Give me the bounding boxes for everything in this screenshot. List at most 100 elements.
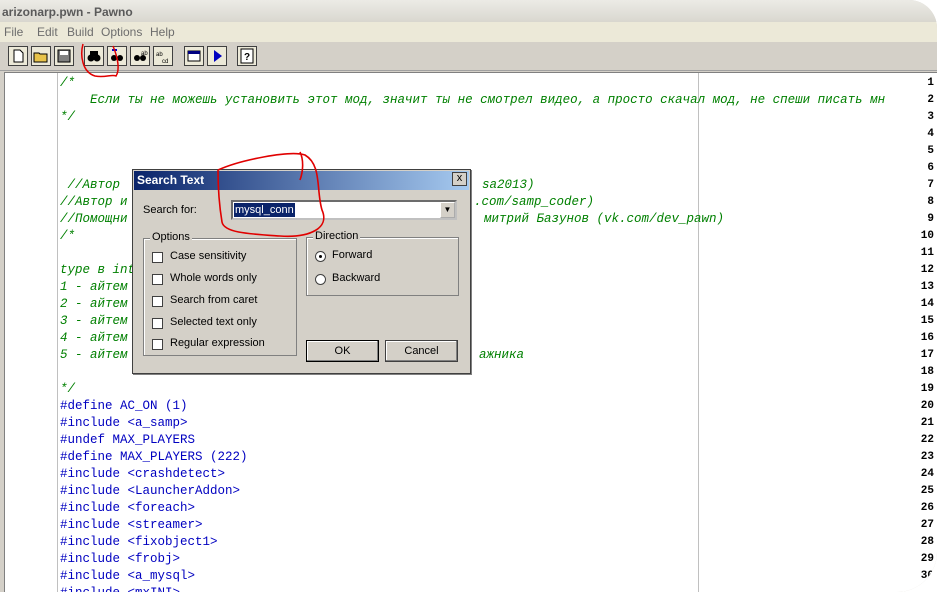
forward-radio[interactable]: [315, 251, 326, 262]
search-value: mysql_conn: [234, 203, 295, 217]
code-line: 3 - айтем: [60, 314, 128, 328]
line-number: 12: [920, 264, 934, 276]
code-line: #include <LauncherAddon>: [60, 484, 241, 498]
code-line: */: [60, 382, 76, 396]
line-number: 21: [920, 417, 934, 429]
find-next-icon[interactable]: [107, 46, 127, 66]
code-line: 4 - айтем: [60, 331, 128, 345]
code-line: //Автор: [60, 178, 128, 192]
code-line: 5 - айтем: [60, 348, 128, 362]
selected-text-only-label: Selected text only: [170, 316, 257, 328]
run-icon[interactable]: [207, 46, 227, 66]
search-dialog: Search Text x Search for: mysql_conn ▼ O…: [132, 169, 471, 374]
line-number: 22: [920, 434, 934, 446]
code-line: /*: [60, 76, 76, 90]
line-number: 26: [920, 502, 934, 514]
code-line: */: [60, 110, 76, 124]
code-line: #include <a_samp>: [60, 416, 188, 430]
code-line: #include <crashdetect>: [60, 467, 226, 481]
line-number: 2: [927, 94, 934, 106]
line-number: 25: [920, 485, 934, 497]
selected-text-only-checkbox[interactable]: [152, 318, 163, 329]
search-label: Search for:: [143, 204, 197, 216]
menu-build[interactable]: Build: [67, 25, 94, 39]
line-number: 15: [920, 315, 934, 327]
help-icon[interactable]: ?: [237, 46, 257, 66]
code-line: #include <a_mysql>: [60, 569, 196, 583]
code-line: //Помощни: [60, 212, 128, 226]
code-line: type в int: [60, 263, 136, 277]
line-number: 1: [927, 77, 934, 89]
regular-expression-label: Regular expression: [170, 337, 265, 349]
code-line: /*: [60, 229, 76, 243]
line-number: 13: [920, 281, 934, 293]
ok-button[interactable]: OK: [306, 340, 379, 362]
backward-label: Backward: [332, 272, 381, 284]
line-number: 16: [920, 332, 934, 344]
menu-bar: File Edit Build Options Help: [0, 22, 937, 42]
replace-icon[interactable]: ab: [130, 46, 150, 66]
line-number-gutter: [5, 73, 58, 592]
line-number: 9: [927, 213, 934, 225]
whole-words-label: Whole words only: [170, 272, 257, 284]
line-number: 20: [920, 400, 934, 412]
svg-text:?: ?: [244, 52, 250, 63]
code-line: #define AC_ON (1): [60, 399, 188, 413]
code-line: #undef MAX_PLAYERS: [60, 433, 196, 447]
svg-text:cd: cd: [162, 59, 168, 64]
line-number: 28: [920, 536, 934, 548]
code-line: //Автор и: [60, 195, 128, 209]
line-number: 10: [920, 230, 934, 242]
chevron-down-icon[interactable]: ▼: [440, 202, 455, 218]
close-icon[interactable]: x: [452, 172, 467, 186]
forward-label: Forward: [332, 249, 373, 261]
line-number: 24: [920, 468, 934, 480]
direction-title: Direction: [313, 230, 361, 242]
line-number: 4: [927, 128, 934, 140]
options-title: Options: [150, 231, 192, 243]
title-bar: arizonarp.pwn - Pawno: [0, 0, 937, 22]
right-margin-line: [698, 73, 699, 592]
line-number: 17: [920, 349, 934, 361]
svg-text:ab: ab: [156, 52, 163, 58]
dialog-title: Search Text: [134, 171, 469, 190]
direction-group: Direction Forward Backward: [306, 230, 459, 296]
code-line: #define MAX_PLAYERS (222): [60, 450, 248, 464]
code-line: 1 - айтем: [60, 280, 128, 294]
case-sensitivity-label: Case sensitivity: [170, 250, 247, 262]
options-group: Options Case sensitivity Whole words onl…: [143, 231, 297, 356]
line-number: 11: [920, 247, 934, 259]
compile-icon[interactable]: [184, 46, 204, 66]
svg-text:ab: ab: [141, 51, 148, 57]
find-icon[interactable]: [84, 46, 104, 66]
line-number: 7: [927, 179, 934, 191]
backward-radio[interactable]: [315, 274, 326, 285]
code-line-fragment: sa2013): [482, 178, 535, 192]
new-file-icon[interactable]: [8, 46, 28, 66]
code-line-fragment: .com/samp_coder): [474, 195, 595, 209]
code-line: Если ты не можешь установить этот мод, з…: [60, 93, 886, 107]
menu-file[interactable]: File: [4, 25, 23, 39]
code-line: #include <fixobject1>: [60, 535, 218, 549]
line-number: 18: [920, 366, 934, 378]
save-icon[interactable]: [54, 46, 74, 66]
code-line: #include <frobj>: [60, 552, 181, 566]
regular-expression-checkbox[interactable]: [152, 339, 163, 350]
line-number: 27: [920, 519, 934, 531]
search-from-caret-checkbox[interactable]: [152, 296, 163, 307]
code-line: #include <foreach>: [60, 501, 196, 515]
open-file-icon[interactable]: [31, 46, 51, 66]
line-number: 23: [920, 451, 934, 463]
whole-words-checkbox[interactable]: [152, 274, 163, 285]
line-number: 29: [920, 553, 934, 565]
goto-line-icon[interactable]: ab cd: [153, 46, 173, 66]
cancel-button[interactable]: Cancel: [385, 340, 458, 362]
menu-edit[interactable]: Edit: [37, 25, 58, 39]
line-number: 5: [927, 145, 934, 157]
menu-options[interactable]: Options: [101, 25, 142, 39]
menu-help[interactable]: Help: [150, 25, 175, 39]
case-sensitivity-checkbox[interactable]: [152, 252, 163, 263]
line-number: 6: [927, 162, 934, 174]
line-number: 31: [894, 585, 934, 592]
search-input[interactable]: mysql_conn ▼: [231, 200, 457, 220]
